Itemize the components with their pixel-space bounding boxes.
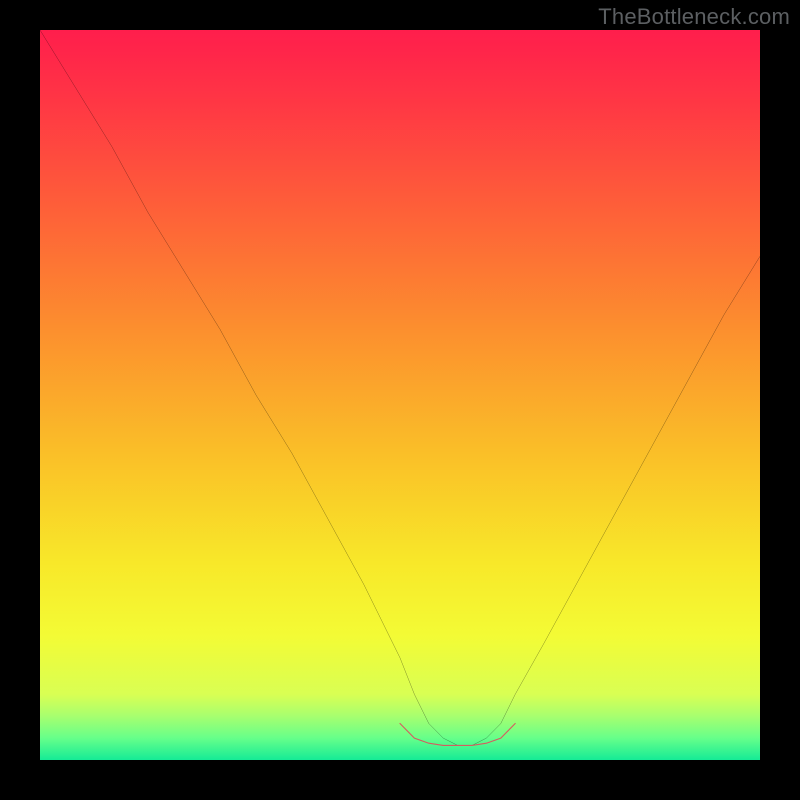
- bottleneck-curve: [40, 30, 760, 745]
- bottom-highlight: [400, 724, 515, 746]
- watermark-label: TheBottleneck.com: [598, 4, 790, 30]
- curve-layer: [40, 30, 760, 760]
- chart-container: TheBottleneck.com: [0, 0, 800, 800]
- plot-area: [40, 30, 760, 760]
